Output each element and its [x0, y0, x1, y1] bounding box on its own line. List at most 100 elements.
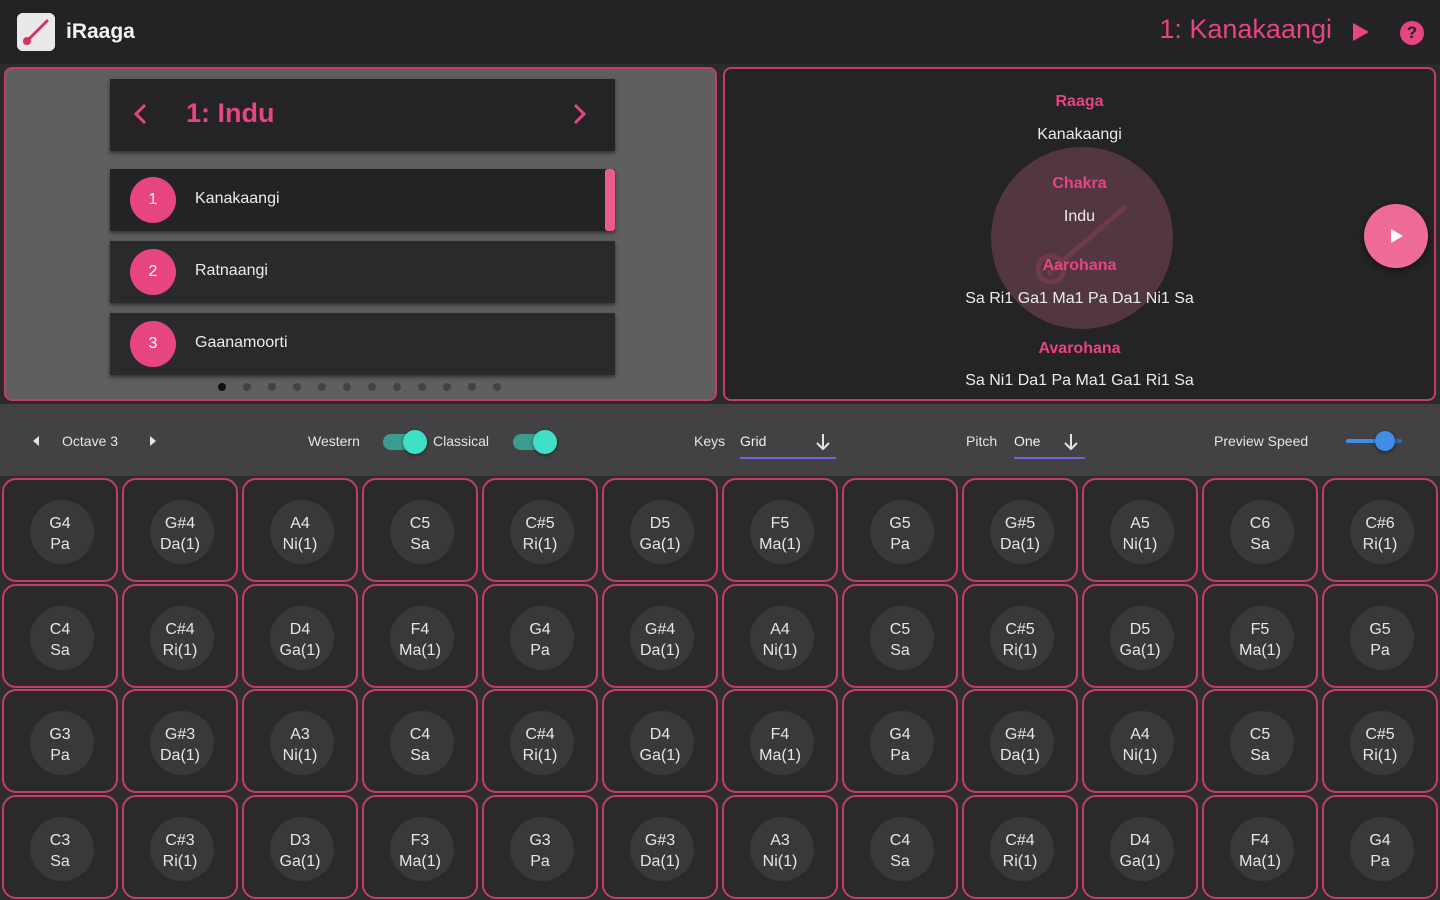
page-dot[interactable] [393, 383, 401, 391]
page-dot[interactable] [468, 383, 476, 391]
note-key[interactable]: D5 Ga(1) [1082, 584, 1198, 688]
page-dot[interactable] [418, 383, 426, 391]
current-raaga-title[interactable]: 1: Kanakaangi [1159, 14, 1332, 45]
octave-next-icon[interactable] [150, 436, 156, 446]
note-key[interactable]: A3 Ni(1) [722, 795, 838, 899]
note-key[interactable]: A5 Ni(1) [1082, 478, 1198, 582]
note-key[interactable]: C5 Sa [842, 584, 958, 688]
key-label: A3 Ni(1) [244, 724, 356, 766]
aarohana-label: Aarohana [1042, 257, 1117, 274]
pitch-dropdown[interactable]: One [1014, 433, 1085, 459]
key-label: D4 Ga(1) [1084, 830, 1196, 872]
note-key[interactable]: C#5 Ri(1) [962, 584, 1078, 688]
note-key[interactable]: A4 Ni(1) [722, 584, 838, 688]
page-dot[interactable] [243, 383, 251, 391]
note-key[interactable]: F5 Ma(1) [722, 478, 838, 582]
note-key[interactable]: C#3 Ri(1) [122, 795, 238, 899]
chevron-right-icon[interactable] [564, 99, 594, 129]
note-key[interactable]: G4 Pa [842, 689, 958, 793]
key-label: F4 Ma(1) [364, 619, 476, 661]
page-dot[interactable] [318, 383, 326, 391]
note-key[interactable]: G3 Pa [482, 795, 598, 899]
western-note: C#4 [1005, 832, 1035, 849]
note-key[interactable]: C4 Sa [2, 584, 118, 688]
page-dot[interactable] [493, 383, 501, 391]
western-note: A4 [1130, 726, 1150, 743]
help-icon[interactable]: ? [1400, 21, 1424, 45]
raaga-selector-panel: 1: Indu 1 Kanakaangi 2 Ratnaangi 3 Gaana… [4, 67, 717, 401]
western-label: Western [308, 433, 360, 449]
note-key[interactable]: A3 Ni(1) [242, 689, 358, 793]
note-key[interactable]: C#5 Ri(1) [1322, 689, 1438, 793]
western-note: G5 [889, 515, 911, 532]
western-note: C5 [889, 621, 911, 638]
swara-note: Da(1) [999, 747, 1040, 764]
note-key[interactable]: D4 Ga(1) [242, 584, 358, 688]
note-key[interactable]: G5 Pa [1322, 584, 1438, 688]
swara-note: Ri(1) [162, 853, 198, 870]
page-dot[interactable] [268, 383, 276, 391]
raaga-list-item[interactable]: 2 Ratnaangi [110, 241, 615, 303]
note-key[interactable]: D4 Ga(1) [1082, 795, 1198, 899]
note-key[interactable]: G#4 Da(1) [602, 584, 718, 688]
note-key[interactable]: G4 Pa [482, 584, 598, 688]
page-dot[interactable] [368, 383, 376, 391]
note-key[interactable]: C#5 Ri(1) [482, 478, 598, 582]
page-dot[interactable] [343, 383, 351, 391]
note-key[interactable]: D4 Ga(1) [602, 689, 718, 793]
raaga-list-item[interactable]: 3 Gaanamoorti [110, 313, 615, 375]
note-key[interactable]: C#4 Ri(1) [482, 689, 598, 793]
note-key[interactable]: G#5 Da(1) [962, 478, 1078, 582]
note-key[interactable]: C#4 Ri(1) [962, 795, 1078, 899]
note-key[interactable]: C5 Sa [1202, 689, 1318, 793]
page-dot[interactable] [293, 383, 301, 391]
keys-dropdown[interactable]: Grid [740, 433, 836, 459]
note-key[interactable]: G3 Pa [2, 689, 118, 793]
note-key[interactable]: A4 Ni(1) [1082, 689, 1198, 793]
note-key[interactable]: F4 Ma(1) [362, 584, 478, 688]
western-toggle[interactable] [383, 430, 427, 454]
key-label: G3 Pa [484, 830, 596, 872]
western-note: F3 [410, 832, 430, 849]
western-note: G3 [529, 832, 551, 849]
page-indicator[interactable] [218, 383, 501, 391]
note-key[interactable]: D3 Ga(1) [242, 795, 358, 899]
raaga-list-item[interactable]: 1 Kanakaangi [110, 169, 615, 231]
preview-play-button[interactable] [1364, 204, 1428, 268]
western-note: C3 [49, 832, 71, 849]
note-key[interactable]: D5 Ga(1) [602, 478, 718, 582]
note-key[interactable]: C#4 Ri(1) [122, 584, 238, 688]
note-key[interactable]: C6 Sa [1202, 478, 1318, 582]
western-note: F4 [410, 621, 430, 638]
note-key[interactable]: G4 Pa [1322, 795, 1438, 899]
selected-indicator [605, 169, 615, 231]
note-key[interactable]: A4 Ni(1) [242, 478, 358, 582]
note-key[interactable]: C5 Sa [362, 478, 478, 582]
note-key[interactable]: F3 Ma(1) [362, 795, 478, 899]
note-key[interactable]: G#3 Da(1) [602, 795, 718, 899]
note-key[interactable]: C4 Sa [842, 795, 958, 899]
note-key[interactable]: G#3 Da(1) [122, 689, 238, 793]
page-dot[interactable] [443, 383, 451, 391]
note-key[interactable]: G#4 Da(1) [962, 689, 1078, 793]
octave-prev-icon[interactable] [33, 436, 39, 446]
note-key[interactable]: C3 Sa [2, 795, 118, 899]
key-label: C6 Sa [1204, 513, 1316, 555]
note-key[interactable]: G#4 Da(1) [122, 478, 238, 582]
key-label: F3 Ma(1) [364, 830, 476, 872]
note-key[interactable]: F4 Ma(1) [722, 689, 838, 793]
chevron-left-icon[interactable] [126, 99, 156, 129]
swara-note: Ma(1) [399, 853, 441, 870]
note-key[interactable]: C4 Sa [362, 689, 478, 793]
western-note: F5 [1250, 621, 1270, 638]
note-key[interactable]: F5 Ma(1) [1202, 584, 1318, 688]
note-key[interactable]: G5 Pa [842, 478, 958, 582]
swara-note: Sa [410, 536, 430, 553]
classical-toggle[interactable] [513, 430, 557, 454]
play-icon[interactable] [1350, 20, 1372, 44]
note-key[interactable]: F4 Ma(1) [1202, 795, 1318, 899]
page-dot[interactable] [218, 383, 226, 391]
key-label: G5 Pa [844, 513, 956, 555]
note-key[interactable]: G4 Pa [2, 478, 118, 582]
note-key[interactable]: C#6 Ri(1) [1322, 478, 1438, 582]
